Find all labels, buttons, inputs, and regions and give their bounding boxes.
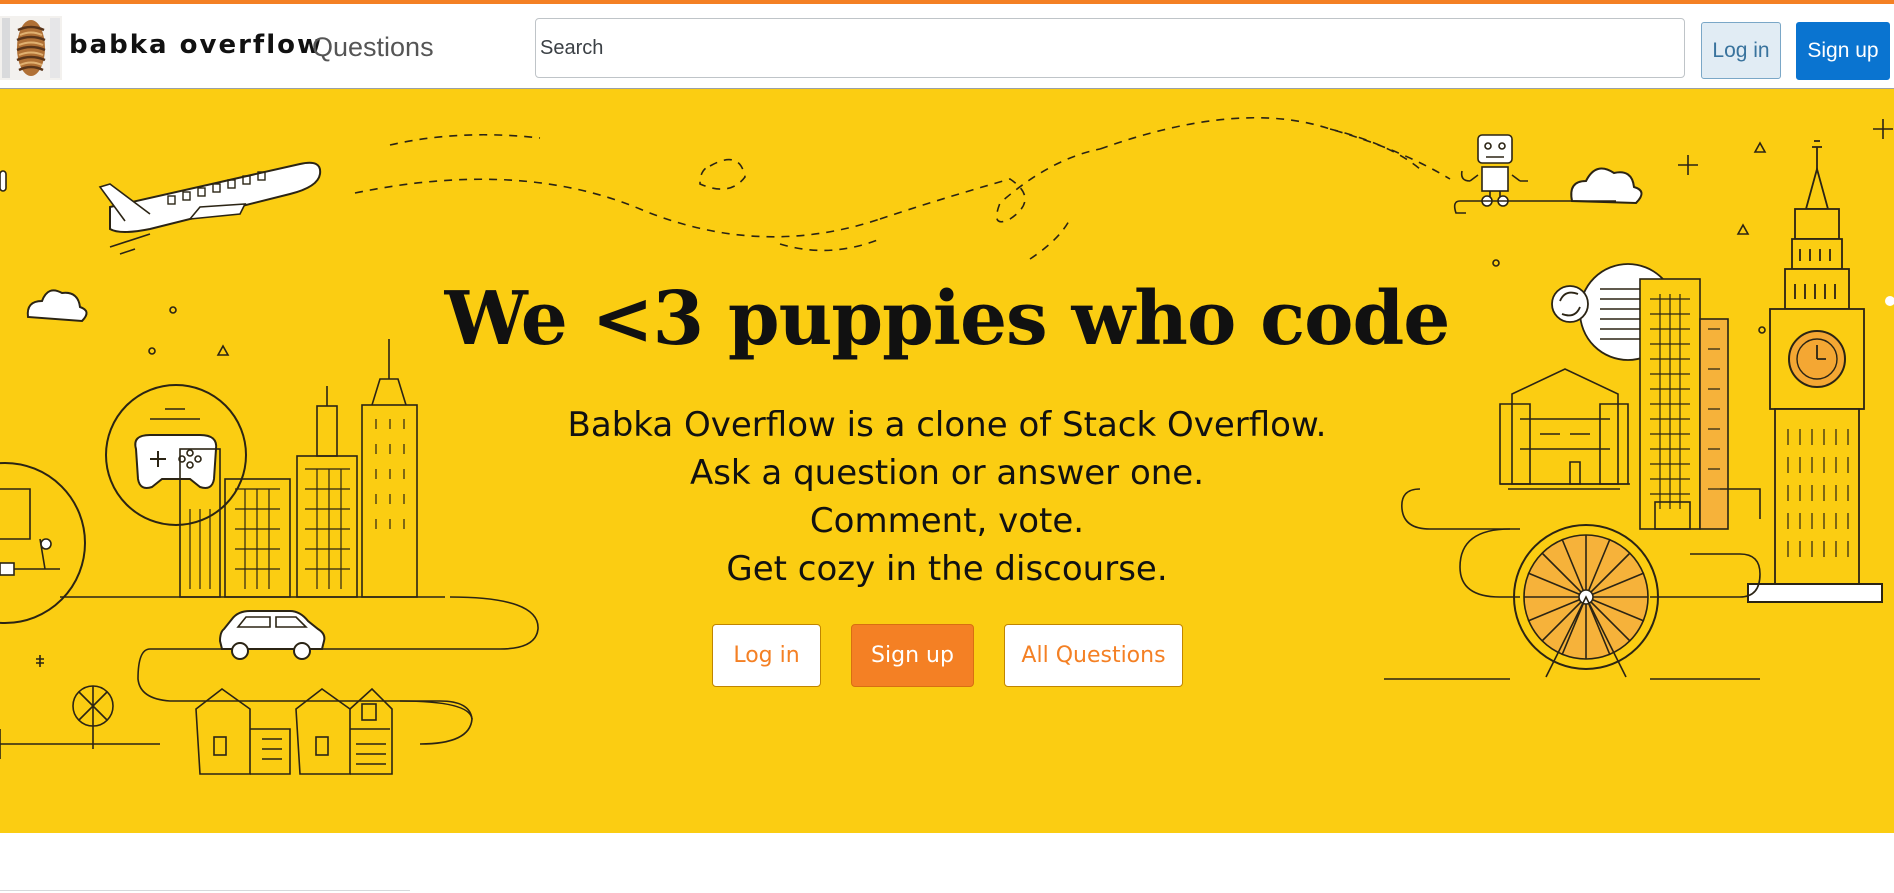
content-divider [0,890,410,891]
babka-logo-icon[interactable] [0,16,62,80]
houses [0,685,473,775]
nav-questions-link[interactable]: Questions [312,32,434,63]
hero-signup-button[interactable]: Sign up [851,624,974,687]
cloud-icon [1570,167,1643,205]
brand-name[interactable]: babka overflow [69,30,323,60]
search-input[interactable] [535,18,1685,78]
car-icon [218,610,326,660]
top-navbar: babka overflow Questions Log in Sign up [0,4,1894,89]
hero-line: Babka Overflow is a clone of Stack Overf… [567,405,1327,445]
airplane-icon [98,161,322,255]
hero-banner: We <3 puppies who code Babka Overflow is… [0,89,1894,833]
dashed-flight-path [354,116,1451,260]
hero-login-button[interactable]: Log in [712,624,821,687]
nav-login-button[interactable]: Log in [1701,22,1781,79]
hero-line: Comment, vote. [809,501,1085,541]
hero-line: Get cozy in the discourse. [726,549,1168,589]
nav-signup-button[interactable]: Sign up [1796,22,1890,80]
hero-title: We <3 puppies who code [444,276,1451,362]
hero-description: Babka Overflow is a clone of Stack Overf… [0,401,1894,593]
hero-line: Ask a question or answer one. [689,453,1205,493]
all-questions-button[interactable]: All Questions [1004,624,1183,687]
